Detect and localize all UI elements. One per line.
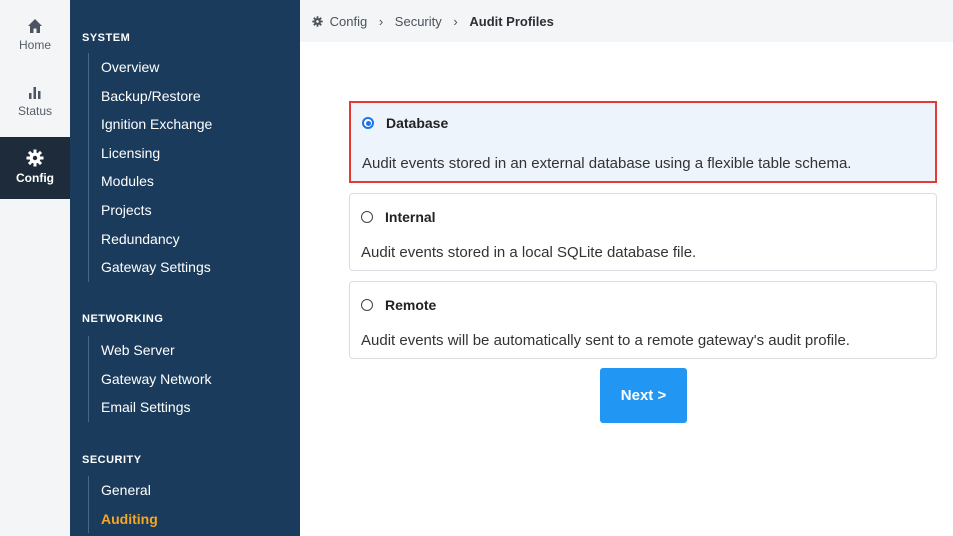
sidebar-item-overview[interactable]: Overview [89,53,212,82]
rail-config-label: Config [16,171,54,185]
option-card-database[interactable]: Database Audit events stored in an exter… [349,101,937,183]
option-desc-remote: Audit events will be automatically sent … [361,332,850,349]
option-title-internal: Internal [385,209,436,225]
chevron-right-icon: › [378,14,384,29]
nav-group-system: Overview Backup/Restore Ignition Exchang… [88,53,212,282]
radio-database[interactable] [362,117,374,129]
chevron-right-icon: › [453,14,458,29]
gear-icon [26,149,44,167]
nav-group-security: General Auditing [88,476,158,534]
sidebar-item-projects[interactable]: Projects [89,196,212,225]
sidebar-item-backup-restore[interactable]: Backup/Restore [89,82,212,111]
sidebar-item-ignition-exchange[interactable]: Ignition Exchange [89,110,212,139]
breadcrumb-security[interactable]: Security [395,14,442,29]
breadcrumb-current: Audit Profiles [469,14,554,29]
sidebar-item-gateway-settings[interactable]: Gateway Settings [89,253,212,282]
option-desc-database: Audit events stored in an external datab… [362,155,852,172]
section-title-networking: NETWORKING [82,313,164,325]
section-title-system: SYSTEM [82,32,131,44]
rail-home[interactable]: Home [0,18,70,68]
sidebar-item-auditing[interactable]: Auditing [89,505,158,534]
icon-rail: Home Status Config [0,0,71,536]
nav-group-networking: Web Server Gateway Network Email Setting… [88,336,211,422]
rail-config[interactable]: Config [0,137,70,199]
radio-remote[interactable] [361,299,373,311]
sidebar-item-gateway-network[interactable]: Gateway Network [89,365,211,394]
sidebar-item-redundancy[interactable]: Redundancy [89,225,212,254]
rail-home-label: Home [18,38,51,52]
rail-status-label: Status [17,104,53,118]
sidebar-item-licensing[interactable]: Licensing [89,139,212,168]
option-title-database: Database [386,115,449,131]
option-card-internal[interactable]: Internal Audit events stored in a local … [349,193,937,271]
option-card-remote[interactable]: Remote Audit events will be automaticall… [349,281,937,359]
sidebar: SYSTEM Overview Backup/Restore Ignition … [70,0,300,536]
section-title-security: SECURITY [82,454,142,466]
rail-status[interactable]: Status [0,84,70,134]
sidebar-item-web-server[interactable]: Web Server [89,336,211,365]
radio-internal[interactable] [361,211,373,223]
breadcrumb-config[interactable]: Config [330,14,368,29]
sidebar-item-email-settings[interactable]: Email Settings [89,393,211,422]
option-desc-internal: Audit events stored in a local SQLite da… [361,244,697,261]
sidebar-item-modules[interactable]: Modules [89,167,212,196]
bar-chart-icon [29,87,41,99]
sidebar-item-general[interactable]: General [89,476,158,505]
breadcrumb-bar: Config › Security › Audit Profiles [300,0,953,42]
option-title-remote: Remote [385,297,437,313]
home-icon [28,19,42,33]
gear-icon [312,16,323,27]
next-button[interactable]: Next > [600,368,687,423]
breadcrumb: Config › Security › Audit Profiles [312,14,554,29]
